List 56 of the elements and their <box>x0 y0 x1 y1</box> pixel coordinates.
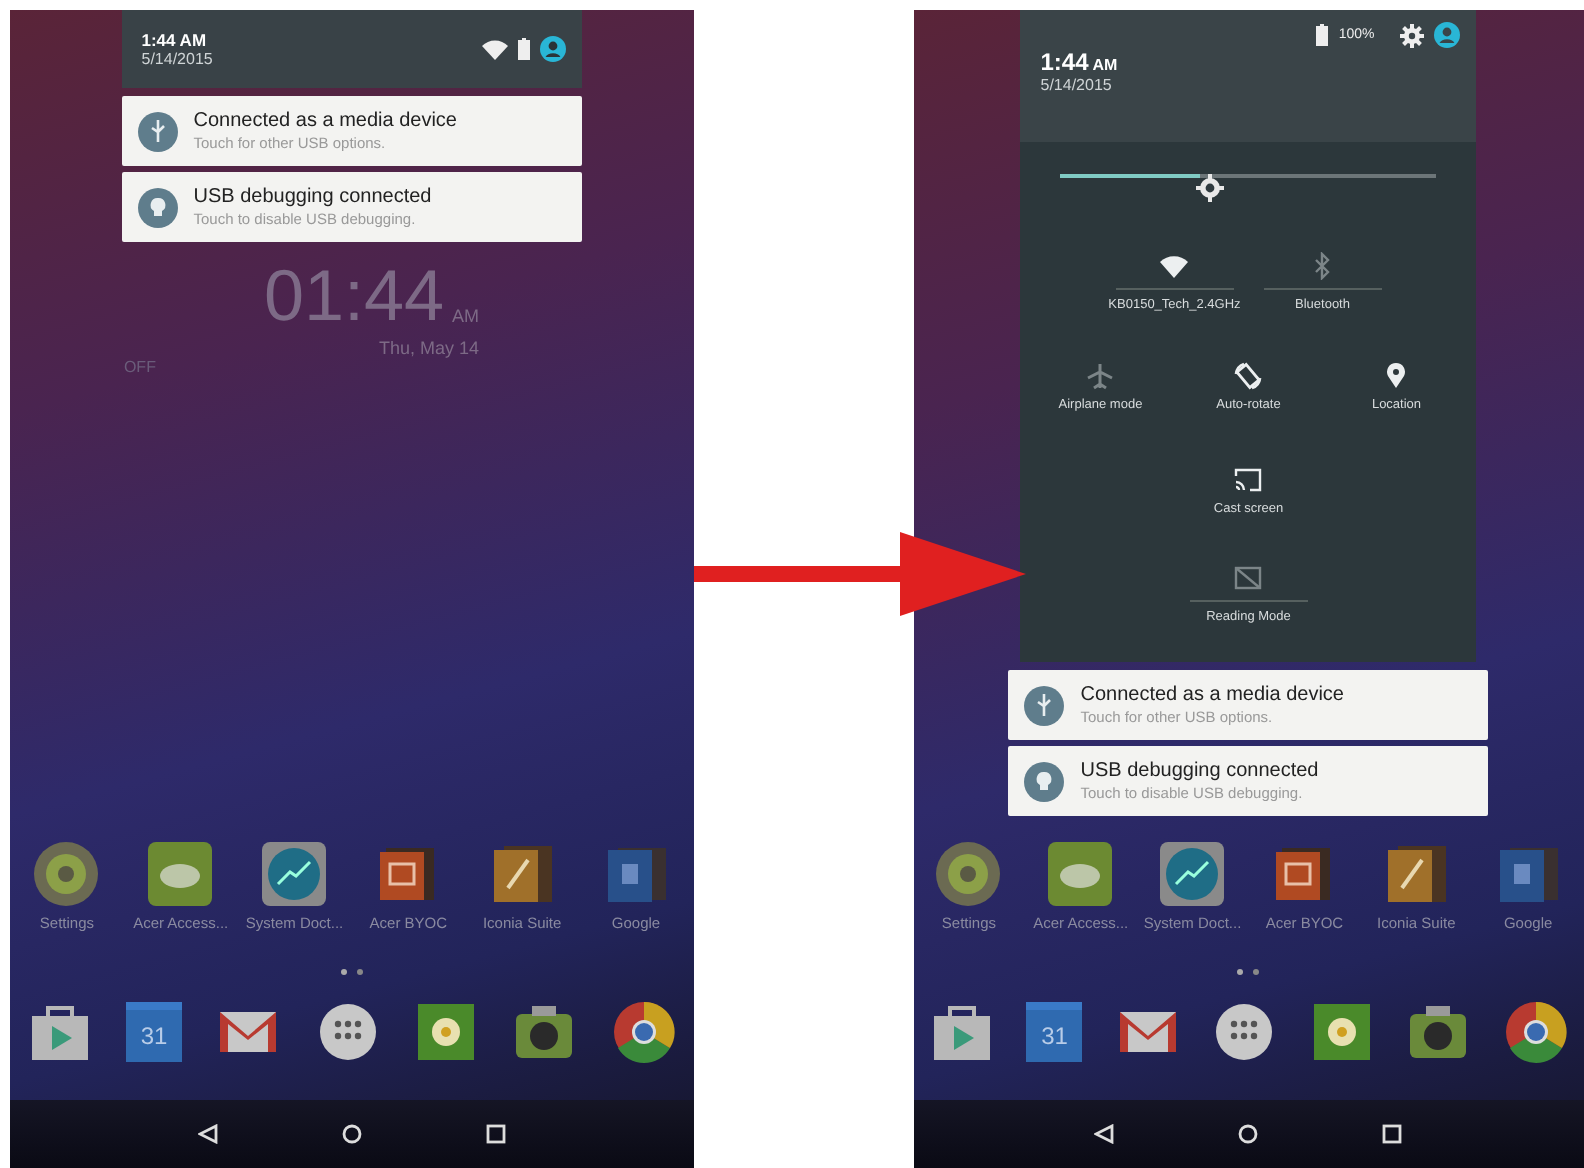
lock-status: OFF <box>123 358 158 376</box>
airplane-icon <box>1086 361 1115 389</box>
battery-icon <box>1316 24 1329 46</box>
flower-icon[interactable] <box>1309 1000 1374 1064</box>
gear-icon[interactable] <box>32 840 101 908</box>
browser-icon[interactable] <box>611 1000 676 1064</box>
avatar-icon[interactable] <box>539 36 566 62</box>
status-date: 5/14/2015 <box>141 50 213 68</box>
usb-icon <box>1024 685 1065 725</box>
cast-icon <box>1234 465 1263 493</box>
avatar-icon[interactable] <box>1434 22 1461 48</box>
settings-icon[interactable] <box>1400 23 1425 47</box>
camera-icon[interactable] <box>1406 1000 1471 1064</box>
app-grid-icon[interactable] <box>315 1000 380 1064</box>
status-time: 1:44 AM <box>1040 48 1118 76</box>
folder-stack-icon[interactable] <box>488 840 557 908</box>
recents-icon[interactable] <box>1382 1124 1403 1144</box>
notification-title: USB debugging connected <box>193 186 432 208</box>
status-time: 1:44 AM <box>141 30 209 50</box>
notification-title: Connected as a media device <box>193 110 457 132</box>
lock-clock: 01:44 <box>263 254 445 338</box>
location-pin-icon <box>1382 361 1411 389</box>
back-icon[interactable] <box>1094 1124 1115 1144</box>
browser-icon[interactable] <box>1503 1000 1568 1064</box>
lock-clock-meridiem: AM <box>452 306 480 330</box>
gear-icon[interactable] <box>934 840 1003 908</box>
flower-icon[interactable] <box>414 1000 479 1064</box>
wifi-icon <box>1160 252 1189 280</box>
cloud-icon[interactable] <box>146 840 215 908</box>
notification-title: USB debugging connected <box>1080 760 1319 782</box>
bulb-icon <box>1024 761 1065 801</box>
battery-icon <box>517 38 530 60</box>
chart-icon[interactable] <box>1158 840 1227 908</box>
slider-thumb[interactable] <box>1195 174 1224 202</box>
page-indicator-icon <box>339 968 364 976</box>
shopping-bag-icon[interactable] <box>929 1000 994 1064</box>
cloud-icon[interactable] <box>1046 840 1115 908</box>
bulb-icon <box>137 187 178 227</box>
recents-icon[interactable] <box>485 1124 506 1144</box>
usb-icon <box>137 111 178 151</box>
chart-icon[interactable] <box>260 840 329 908</box>
arrow-icon <box>694 532 1026 616</box>
page-indicator-icon <box>1236 968 1261 976</box>
back-icon[interactable] <box>197 1124 218 1144</box>
lock-date: Thu, May 14 <box>379 338 480 358</box>
notification-title: Connected as a media device <box>1080 684 1344 706</box>
app-grid-icon[interactable] <box>1212 1000 1277 1064</box>
rotate-icon <box>1234 361 1263 389</box>
shopping-bag-icon[interactable] <box>27 1000 92 1064</box>
wifi-icon <box>481 39 508 59</box>
status-date: 5/14/2015 <box>1040 76 1112 94</box>
folder-stack-icon[interactable] <box>1382 840 1451 908</box>
home-icon[interactable] <box>1238 1124 1259 1144</box>
home-icon[interactable] <box>341 1124 362 1144</box>
camera-icon[interactable] <box>512 1000 577 1064</box>
reading-mode-icon <box>1234 564 1263 592</box>
